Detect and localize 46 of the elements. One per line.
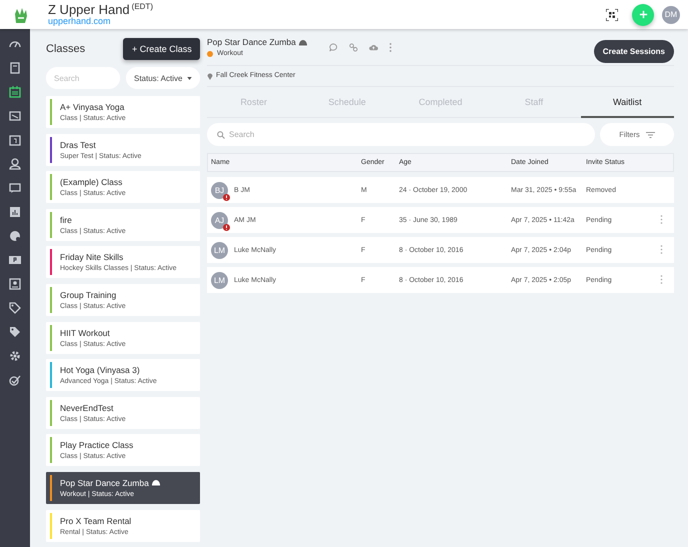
plus-icon [638,10,648,19]
search-field[interactable]: Search [46,67,120,89]
parking-icon[interactable] [9,254,21,266]
section-title: Classes [46,43,86,55]
class-name: Hot Yoga (Vinyasa 3) [60,365,140,376]
pie-icon[interactable] [9,230,21,242]
search-field[interactable]: Search [207,123,595,146]
class-name: fire [60,214,72,225]
link-icon[interactable] [348,43,358,52]
avatar: BJ [211,182,228,198]
people-icon[interactable] [9,158,21,170]
helmet-icon [298,38,307,46]
caret-icon [187,76,192,80]
class-name: Pro X Team Rental [60,516,132,526]
avatar: LM [211,242,228,258]
avatar: LM [211,272,228,288]
class-name: (Example) Class [60,177,122,188]
class-name: Pop Star Dance Zumba [60,478,149,488]
filter-icon [646,132,655,138]
location-pin-icon [207,72,213,80]
tag-icon[interactable] [9,326,21,338]
contact-card-icon[interactable] [9,278,21,290]
class-name: Play Practice Class [60,440,134,450]
helmet-icon [152,479,160,486]
create-sessions-button[interactable]: Create Sessions [594,40,674,63]
cloud-upload-icon[interactable] [368,43,378,52]
class-name: A+ Vinyasa Yoga [60,102,124,112]
class-name: HIIT Workout [60,328,110,338]
class-name: Dras Test [60,140,96,150]
create-class-button[interactable]: + Create Class [123,38,200,60]
book-icon[interactable] [9,62,21,74]
search-icon [217,130,225,138]
chat-icon[interactable] [9,182,21,194]
avatar: AJ [211,212,228,228]
tag-icon[interactable] [9,302,21,314]
qr-scan-icon[interactable] [606,8,618,20]
status-dropdown[interactable]: Status: Active [126,67,200,89]
more-icon[interactable] [388,43,392,52]
class-name: NeverEndTest [60,402,114,413]
chart-icon[interactable] [9,206,21,218]
timezone-label: (EDT) [132,2,153,11]
check-badge-icon[interactable] [9,374,21,386]
class-title: Pop Star Dance Zumba [207,37,296,47]
class-name: Friday Nite Skills [60,252,124,262]
tab[interactable]: Waitlist [580,87,674,118]
class-name: Group Training [60,290,116,300]
